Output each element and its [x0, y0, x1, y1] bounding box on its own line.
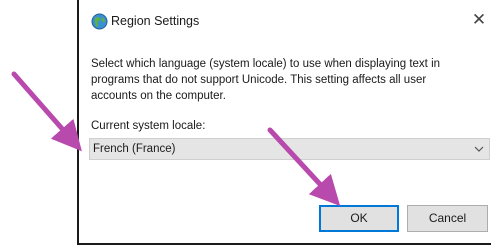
- locale-label: Current system locale:: [91, 120, 206, 132]
- title-bar: Region Settings ✕: [79, 0, 491, 40]
- close-button[interactable]: ✕: [469, 9, 489, 31]
- window-title: Region Settings: [111, 14, 200, 28]
- system-locale-dropdown[interactable]: French (France): [89, 138, 490, 160]
- region-settings-dialog: Region Settings ✕ Select which language …: [77, 0, 491, 245]
- annotation-arrow-locale: [11, 71, 82, 152]
- description-text: Select which language (system locale) to…: [91, 58, 441, 102]
- selected-locale: French (France): [93, 143, 176, 155]
- close-icon: ✕: [471, 10, 487, 29]
- chevron-down-icon: [474, 146, 484, 152]
- cancel-button[interactable]: Cancel: [407, 205, 488, 232]
- globe-icon: [91, 13, 108, 30]
- ok-button[interactable]: OK: [319, 205, 399, 232]
- screenshot-stage: Region Settings ✕ Select which language …: [0, 0, 491, 245]
